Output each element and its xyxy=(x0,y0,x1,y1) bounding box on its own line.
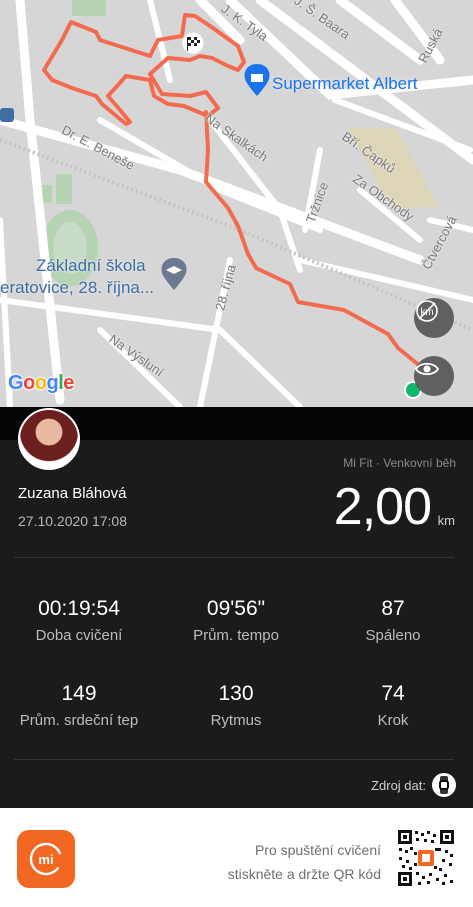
stat-label: Prům. srdeční tep xyxy=(19,712,139,729)
stat-label: Rytmus xyxy=(210,712,262,729)
poi-supermarket-label[interactable]: Supermarket Albert xyxy=(272,74,418,94)
smartwatch-icon xyxy=(432,773,456,797)
mi-logo: mi xyxy=(17,830,75,888)
distance-value: 2,00 xyxy=(333,478,432,536)
distance-unit: km xyxy=(437,513,455,528)
km-markers-off-icon: km xyxy=(416,300,438,322)
stat-value: 00:19:54 xyxy=(38,597,120,620)
stat-cadence: 130 Rytmus xyxy=(161,682,311,729)
stat-heart-rate: 149 Prům. srdeční tep xyxy=(4,682,154,729)
stat-duration: 00:19:54 Doba cvičení xyxy=(4,597,154,644)
stat-pace: 09'56" Prům. tempo xyxy=(161,597,311,644)
stat-value: 130 xyxy=(218,682,254,705)
stat-label: Spáleno xyxy=(365,627,421,644)
workout-source-type: Mi Fit · Venkovní běh xyxy=(343,456,456,470)
poi-school-label[interactable]: Základní škola xyxy=(36,256,146,276)
eye-icon xyxy=(414,362,440,376)
stat-stride: 74 Krok xyxy=(318,682,468,729)
qr-instructions-line2: stiskněte a držte QR kód xyxy=(227,866,381,882)
qr-code[interactable] xyxy=(398,830,454,886)
divider xyxy=(14,557,454,558)
poi-school-label-line2[interactable]: eratovice, 28. října... xyxy=(0,278,154,298)
google-logo: Google xyxy=(8,372,74,394)
map-visibility-button[interactable] xyxy=(414,356,454,396)
data-source-label: Zdroj dat: xyxy=(371,777,426,793)
data-source: Zdroj dat: xyxy=(371,773,456,797)
stat-label: Prům. tempo xyxy=(193,627,279,644)
stat-label: Krok xyxy=(377,712,409,729)
divider xyxy=(14,759,454,760)
qr-instructions: Pro spuštění cvičení stiskněte a držte Q… xyxy=(228,838,381,886)
mi-logo-text: mi xyxy=(38,852,53,867)
avatar[interactable] xyxy=(18,408,80,470)
workout-datetime: 27.10.2020 17:08 xyxy=(18,513,127,529)
qr-instructions-line1: Pro spuštění cvičení xyxy=(254,842,381,858)
stat-calories: 87 Spáleno xyxy=(318,597,468,644)
share-footer: mi Pro spuštění cvičení stiskněte a držt… xyxy=(0,808,473,907)
km-markers-toggle-button[interactable]: km xyxy=(414,298,454,338)
stat-value: 87 xyxy=(381,597,405,620)
stat-value: 09'56" xyxy=(206,597,266,620)
stat-value: 149 xyxy=(61,682,97,705)
user-name: Zuzana Bláhová xyxy=(18,485,127,502)
stat-label: Doba cvičení xyxy=(35,627,123,644)
workout-summary-panel: Zuzana Bláhová 27.10.2020 17:08 Mi Fit ·… xyxy=(0,407,473,808)
stat-value: 74 xyxy=(381,682,405,705)
route-map[interactable]: J. K. Tyla J. Š. Baara Ruská Na Skalkách… xyxy=(0,0,473,407)
